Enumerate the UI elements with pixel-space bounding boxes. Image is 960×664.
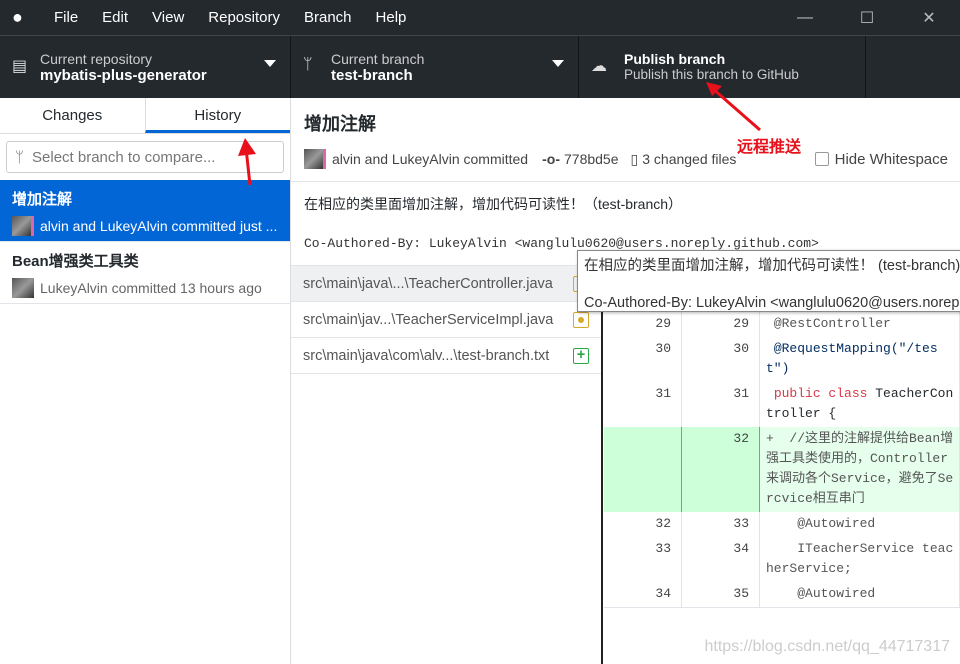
arrow-head <box>238 138 256 156</box>
annotation-label: 远程推送 <box>737 139 802 156</box>
arrow-publish <box>711 86 761 132</box>
annotation-arrows <box>238 82 761 186</box>
watermark: https://blog.csdn.net/qq_44717317 <box>704 638 950 655</box>
